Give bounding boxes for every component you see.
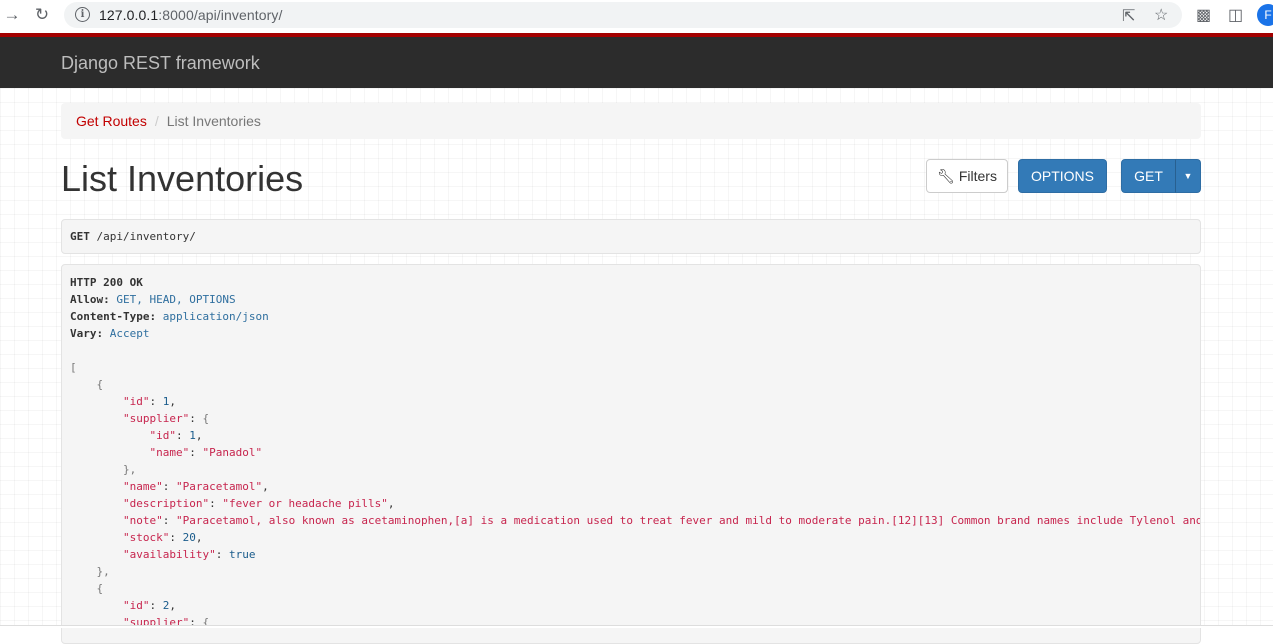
browser-toolbar: → ↻ i 127.0.0.1:8000/api/inventory/ ⇱ ☆ … — [0, 0, 1273, 31]
address-bar[interactable]: i 127.0.0.1:8000/api/inventory/ ⇱ ☆ — [64, 2, 1182, 28]
reload-icon[interactable]: ↻ — [32, 5, 52, 25]
wrench-icon: 🔧︎ — [937, 167, 955, 184]
breadcrumb-get-routes[interactable]: Get Routes — [76, 113, 147, 129]
filters-button[interactable]: 🔧︎ Filters — [926, 159, 1008, 193]
extensions-icon[interactable]: ▩ — [1196, 5, 1211, 25]
response-status: HTTP 200 OK — [70, 276, 143, 289]
header-value: GET, HEAD, OPTIONS — [116, 293, 236, 306]
header-key: Allow — [70, 293, 104, 306]
brand-link[interactable]: Django REST framework — [61, 53, 260, 74]
item-name: "Paracetamol" — [175, 480, 263, 493]
request-path: /api/inventory/ — [96, 230, 196, 243]
forward-icon[interactable]: → — [2, 5, 22, 25]
item-description: "fever or headache pills" — [222, 497, 388, 510]
caret-down-icon: ▼ — [1183, 171, 1193, 181]
url-text: 127.0.0.1:8000/api/inventory/ — [99, 7, 283, 23]
item-id: 2 — [162, 599, 170, 612]
breadcrumb: Get Routes / List Inventories — [61, 103, 1201, 139]
request-method: GET — [70, 230, 90, 243]
item-stock: 20 — [182, 531, 196, 544]
filters-label: Filters — [958, 168, 997, 184]
avatar[interactable]: F — [1257, 4, 1273, 26]
url-path: :8000/api/inventory/ — [158, 7, 283, 23]
supplier-id: 1 — [189, 429, 196, 442]
header-key: Content-Type — [70, 310, 150, 323]
url-host: 127.0.0.1 — [99, 7, 159, 23]
navbar: Django REST framework — [0, 33, 1273, 88]
response-info: HTTP 200 OK Allow: GET, HEAD, OPTIONS Co… — [61, 264, 1201, 644]
star-icon[interactable]: ☆ — [1154, 5, 1168, 25]
options-button[interactable]: OPTIONS — [1018, 159, 1107, 193]
breadcrumb-separator: / — [154, 113, 159, 129]
header-value: Accept — [109, 327, 150, 340]
share-icon[interactable]: ⇱ — [1122, 6, 1135, 26]
info-icon[interactable]: i — [75, 7, 90, 22]
page-title: List Inventories — [61, 158, 304, 199]
side-panel-icon[interactable]: ◫ — [1228, 5, 1243, 25]
header-key: Vary — [70, 327, 97, 340]
get-button[interactable]: GET — [1121, 159, 1176, 193]
item-note: "Paracetamol, also known as acetaminophe… — [175, 514, 1201, 527]
get-format-dropdown[interactable]: ▼ — [1175, 159, 1201, 193]
supplier-name: "Panadol" — [202, 446, 263, 459]
item-availability: true — [228, 548, 256, 561]
header-value: application/json — [162, 310, 269, 323]
page-content: Get Routes / List Inventories List Inven… — [0, 88, 1273, 644]
item-id: 1 — [162, 395, 170, 408]
request-info: GET /api/inventory/ — [61, 219, 1201, 254]
breadcrumb-list-inventories: List Inventories — [166, 113, 261, 129]
